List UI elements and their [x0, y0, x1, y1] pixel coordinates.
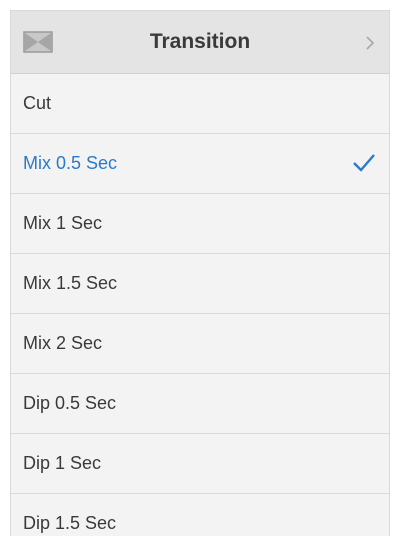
list-item-dip-1[interactable]: Dip 1 Sec: [11, 434, 389, 494]
list-item-dip-0-5[interactable]: Dip 0.5 Sec: [11, 374, 389, 434]
list-item-mix-1-5[interactable]: Mix 1.5 Sec: [11, 254, 389, 314]
item-label: Mix 2 Sec: [23, 333, 103, 353]
checkmark-icon: [353, 154, 375, 172]
item-label: Dip 0.5 Sec: [23, 393, 117, 413]
list-item-dip-1-5[interactable]: Dip 1.5 Sec: [11, 494, 389, 536]
list-item-cut[interactable]: Cut: [11, 74, 389, 134]
transition-list: Cut Mix 0.5 Sec Mix 1 Sec Mix 1.5 Sec Mi…: [11, 74, 389, 536]
item-label: Dip 1 Sec: [23, 453, 102, 473]
item-label: Mix 0.5 Sec: [23, 153, 118, 173]
item-label: Mix 1 Sec: [23, 213, 103, 233]
chevron-right-icon[interactable]: [365, 35, 375, 51]
transition-icon[interactable]: [23, 31, 53, 53]
item-label: Dip 1.5 Sec: [23, 513, 117, 533]
item-label: Mix 1.5 Sec: [23, 273, 118, 293]
menu-title: Transition: [149, 30, 251, 53]
menu-header: Transition: [11, 11, 389, 74]
item-label: Cut: [23, 93, 52, 113]
transition-menu: Transition Cut Mix 0.5 Sec Mix 1 Sec Mix…: [10, 10, 390, 536]
list-item-mix-1[interactable]: Mix 1 Sec: [11, 194, 389, 254]
list-item-mix-0-5[interactable]: Mix 0.5 Sec: [11, 134, 389, 194]
list-item-mix-2[interactable]: Mix 2 Sec: [11, 314, 389, 374]
